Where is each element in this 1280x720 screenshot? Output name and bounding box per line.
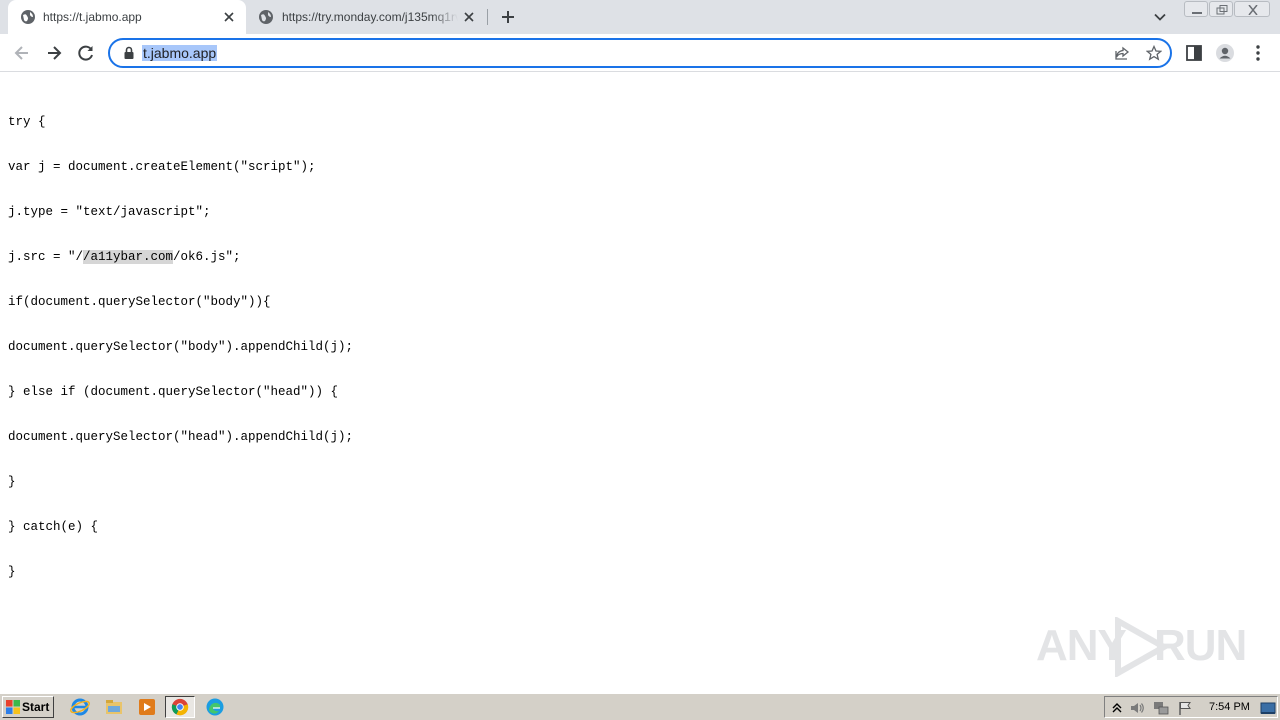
- chevron-up-icon[interactable]: [1109, 700, 1125, 716]
- restore-button[interactable]: [1209, 1, 1233, 17]
- start-button[interactable]: Start: [2, 696, 54, 718]
- code-line-highlighted: j.src = "//a11ybar.com/ok6.js";: [8, 250, 241, 264]
- highlighted-text: /a11ybar.com: [83, 250, 174, 264]
- chrome-icon: [171, 698, 189, 716]
- restore-icon: [1216, 5, 1228, 15]
- code-line: try {: [8, 115, 46, 129]
- code-line: var j = document.createElement("script")…: [8, 160, 316, 174]
- back-icon[interactable]: [12, 43, 32, 63]
- reload-icon[interactable]: [76, 43, 96, 63]
- taskbar: Start 7:54 PM: [0, 693, 1280, 720]
- watermark-text-right: RUN: [1154, 621, 1247, 670]
- edge-icon[interactable]: [205, 697, 225, 717]
- code-line: if(document.querySelector("body")){: [8, 295, 271, 309]
- close-icon: [1248, 5, 1258, 15]
- tab-strip: https://t.jabmo.app https://try.monday.c…: [0, 0, 1280, 34]
- tab-title: https://try.monday.com/j135mq1rvt: [282, 10, 458, 24]
- start-label: Start: [22, 700, 50, 714]
- show-desktop-icon[interactable]: [1260, 700, 1276, 716]
- code-line: } catch(e) {: [8, 520, 99, 534]
- windows-logo-icon: [6, 700, 20, 714]
- url-text[interactable]: t.jabmo.app: [142, 45, 218, 61]
- address-bar[interactable]: t.jabmo.app: [108, 38, 1172, 68]
- anyrun-watermark: ANY RUN: [1036, 613, 1247, 677]
- volume-icon[interactable]: [1129, 700, 1145, 716]
- close-icon[interactable]: [222, 10, 236, 24]
- media-player-icon[interactable]: [137, 697, 157, 717]
- globe-icon: [259, 10, 273, 24]
- minimize-button[interactable]: [1184, 1, 1208, 17]
- share-icon[interactable]: [1114, 45, 1130, 61]
- browser-toolbar: t.jabmo.app: [0, 34, 1280, 72]
- code-block: try { var j = document.createElement("sc…: [8, 85, 353, 610]
- file-explorer-icon[interactable]: [104, 697, 124, 717]
- chevron-down-icon[interactable]: [1153, 10, 1167, 24]
- tab-separator: [487, 9, 488, 25]
- menu-icon[interactable]: [1248, 43, 1268, 63]
- profile-icon[interactable]: [1215, 43, 1235, 63]
- lock-icon[interactable]: [122, 46, 136, 60]
- close-icon[interactable]: [462, 10, 476, 24]
- flag-icon[interactable]: [1177, 700, 1193, 716]
- code-line: j.type = "text/javascript";: [8, 205, 211, 219]
- network-icon[interactable]: [1153, 700, 1169, 716]
- globe-icon: [21, 10, 35, 24]
- side-panel-icon[interactable]: [1184, 43, 1204, 63]
- forward-icon[interactable]: [44, 43, 64, 63]
- star-icon[interactable]: [1146, 45, 1162, 61]
- close-window-button[interactable]: [1234, 1, 1270, 17]
- page-content: try { var j = document.createElement("sc…: [0, 73, 1280, 693]
- code-line: document.querySelector("body").appendChi…: [8, 340, 354, 354]
- clock[interactable]: 7:54 PM: [1209, 701, 1250, 713]
- code-line: document.querySelector("head").appendChi…: [8, 430, 354, 444]
- minimize-icon: [1192, 12, 1202, 14]
- code-line: } else if (document.querySelector("head"…: [8, 385, 339, 399]
- tab-title: https://t.jabmo.app: [43, 10, 142, 24]
- new-tab-icon[interactable]: [500, 9, 516, 25]
- system-tray: 7:54 PM: [1104, 696, 1278, 718]
- tab-active[interactable]: https://t.jabmo.app: [8, 0, 246, 34]
- internet-explorer-icon[interactable]: [70, 697, 90, 717]
- chrome-taskbar-button[interactable]: [165, 696, 195, 718]
- code-line: }: [8, 475, 16, 489]
- tab-inactive[interactable]: https://try.monday.com/j135mq1rvt: [248, 0, 486, 34]
- code-line: }: [8, 565, 16, 579]
